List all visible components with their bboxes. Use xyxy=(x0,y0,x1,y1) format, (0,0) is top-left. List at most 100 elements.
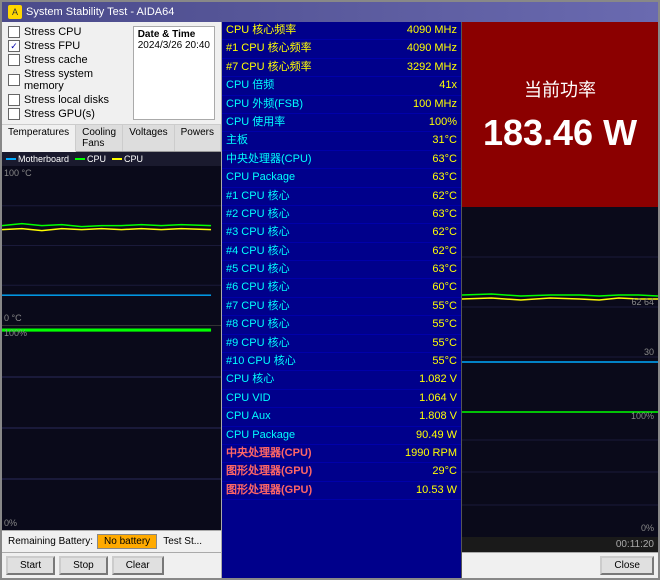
checkbox-cpu-label: Stress CPU xyxy=(24,26,81,38)
metric-value-4: 100 MHz xyxy=(365,95,461,113)
metric-value-11: 62°C xyxy=(365,224,461,242)
checkbox-memory-box[interactable] xyxy=(8,74,20,86)
battery-badge: No battery xyxy=(97,534,157,549)
chart-top-label: 100 °C xyxy=(4,168,32,178)
buttons-row: Start Stop Clear xyxy=(2,552,221,578)
stress-section: Stress CPU ✓ Stress FPU Stress cache Str… xyxy=(2,22,221,125)
metric-label-18: #10 CPU 核心 xyxy=(222,353,365,371)
timer-bar: 00:11:20 xyxy=(462,537,658,552)
tab-temperatures[interactable]: Temperatures xyxy=(2,125,76,152)
metric-label-5: CPU 使用率 xyxy=(222,113,365,131)
right-top-chart-svg xyxy=(462,207,658,407)
middle-panel: CPU 核心频率4090 MHz#1 CPU 核心频率4090 MHz#7 CP… xyxy=(222,22,462,578)
checkbox-disks-box[interactable] xyxy=(8,94,20,106)
tab-cooling-fans[interactable]: Cooling Fans xyxy=(76,125,123,151)
datetime-label: Date & Time xyxy=(138,29,210,40)
metric-label-8: CPU Package xyxy=(222,169,365,187)
power-value: 183.46 W xyxy=(483,112,637,154)
metric-label-14: #6 CPU 核心 xyxy=(222,279,365,297)
checkbox-gpu-box[interactable] xyxy=(8,108,20,120)
legend-cpu1: CPU xyxy=(75,154,106,164)
metric-value-5: 100% xyxy=(365,113,461,131)
right-panel: 当前功率 183.46 W 62 64 30 xyxy=(462,22,658,578)
tab-powers[interactable]: Powers xyxy=(175,125,221,151)
metric-label-6: 主板 xyxy=(222,132,365,150)
metric-value-7: 63°C xyxy=(365,150,461,168)
metric-value-0: 4090 MHz xyxy=(365,22,461,40)
metric-label-17: #9 CPU 核心 xyxy=(222,334,365,352)
chart-legend: Motherboard CPU CPU xyxy=(2,152,221,166)
metric-value-22: 90.49 W xyxy=(365,426,461,444)
power-label: 当前功率 xyxy=(524,76,596,102)
checkbox-stress-disks[interactable]: Stress local disks xyxy=(8,94,125,106)
start-button[interactable]: Start xyxy=(6,556,55,575)
metric-value-14: 60°C xyxy=(365,279,461,297)
metric-label-9: #1 CPU 核心 xyxy=(222,187,365,205)
metric-value-10: 63°C xyxy=(365,205,461,223)
right-chart-0-label: 0% xyxy=(641,523,654,533)
legend-cpu1-label: CPU xyxy=(87,154,106,164)
main-window: A System Stability Test - AIDA64 Stress … xyxy=(0,0,660,580)
checkbox-stress-cpu[interactable]: Stress CPU xyxy=(8,26,125,38)
test-status: Test St... xyxy=(163,536,202,547)
legend-motherboard: Motherboard xyxy=(6,154,69,164)
metric-label-7: 中央处理器(CPU) xyxy=(222,150,365,168)
close-button[interactable]: Close xyxy=(600,556,654,575)
stress-checkboxes: Stress CPU ✓ Stress FPU Stress cache Str… xyxy=(8,26,125,120)
right-chart-label-30: 30 xyxy=(644,347,654,357)
checkbox-stress-memory[interactable]: Stress system memory xyxy=(8,68,125,92)
top-chart-svg xyxy=(2,166,221,325)
legend-cpu1-color xyxy=(75,158,85,160)
tab-voltages[interactable]: Voltages xyxy=(123,125,174,151)
metric-value-9: 62°C xyxy=(365,187,461,205)
metric-value-16: 55°C xyxy=(365,316,461,334)
stop-button[interactable]: Stop xyxy=(59,556,108,575)
datetime-value: 2024/3/26 20:40 xyxy=(138,40,210,51)
close-btn-area: Close xyxy=(462,552,658,578)
metric-value-15: 55°C xyxy=(365,297,461,315)
right-bottom-chart: 100% 0% xyxy=(462,407,658,537)
bottom-chart-top-label: 100% xyxy=(4,328,27,338)
bottom-chart: 100% 0% xyxy=(2,326,221,530)
metric-value-6: 31°C xyxy=(365,132,461,150)
top-chart: 100 °C 0 °C xyxy=(2,166,221,326)
metrics-table: CPU 核心频率4090 MHz#1 CPU 核心频率4090 MHz#7 CP… xyxy=(222,22,461,500)
metric-value-12: 62°C xyxy=(365,242,461,260)
checkbox-cpu-box[interactable] xyxy=(8,26,20,38)
metric-value-19: 1.082 V xyxy=(365,371,461,389)
checkbox-stress-cache[interactable]: Stress cache xyxy=(8,54,125,66)
checkbox-stress-fpu[interactable]: ✓ Stress FPU xyxy=(8,40,125,52)
metric-label-23: 中央处理器(CPU) xyxy=(222,444,365,462)
right-top-chart: 62 64 30 xyxy=(462,207,658,407)
checkbox-gpu-label: Stress GPU(s) xyxy=(24,108,95,120)
metric-label-0: CPU 核心频率 xyxy=(222,22,365,40)
metric-label-21: CPU Aux xyxy=(222,408,365,426)
metric-label-10: #2 CPU 核心 xyxy=(222,205,365,223)
legend-cpu2: CPU xyxy=(112,154,143,164)
metric-value-17: 55°C xyxy=(365,334,461,352)
metric-label-16: #8 CPU 核心 xyxy=(222,316,365,334)
metric-value-13: 63°C xyxy=(365,261,461,279)
metric-value-23: 1990 RPM xyxy=(365,444,461,462)
checkbox-fpu-box[interactable]: ✓ xyxy=(8,40,20,52)
checkbox-stress-gpu[interactable]: Stress GPU(s) xyxy=(8,108,125,120)
bottom-bar: Remaining Battery: No battery Test St... xyxy=(2,530,221,552)
legend-motherboard-color xyxy=(6,158,16,160)
metric-value-2: 3292 MHz xyxy=(365,58,461,76)
metric-value-20: 1.064 V xyxy=(365,389,461,407)
metric-label-13: #5 CPU 核心 xyxy=(222,261,365,279)
checkbox-cache-box[interactable] xyxy=(8,54,20,66)
bottom-chart-svg xyxy=(2,326,221,530)
metric-label-24: 图形处理器(GPU) xyxy=(222,463,365,481)
metric-value-21: 1.808 V xyxy=(365,408,461,426)
right-chart-100-label: 100% xyxy=(631,411,654,421)
metric-label-4: CPU 外频(FSB) xyxy=(222,95,365,113)
content-area: Stress CPU ✓ Stress FPU Stress cache Str… xyxy=(2,22,658,578)
datetime-box: Date & Time 2024/3/26 20:40 xyxy=(133,26,215,120)
metric-value-18: 55°C xyxy=(365,353,461,371)
left-panel: Stress CPU ✓ Stress FPU Stress cache Str… xyxy=(2,22,222,578)
clear-button[interactable]: Clear xyxy=(112,556,164,575)
metric-label-12: #4 CPU 核心 xyxy=(222,242,365,260)
right-bottom-chart-svg xyxy=(462,407,658,537)
metric-label-20: CPU VID xyxy=(222,389,365,407)
